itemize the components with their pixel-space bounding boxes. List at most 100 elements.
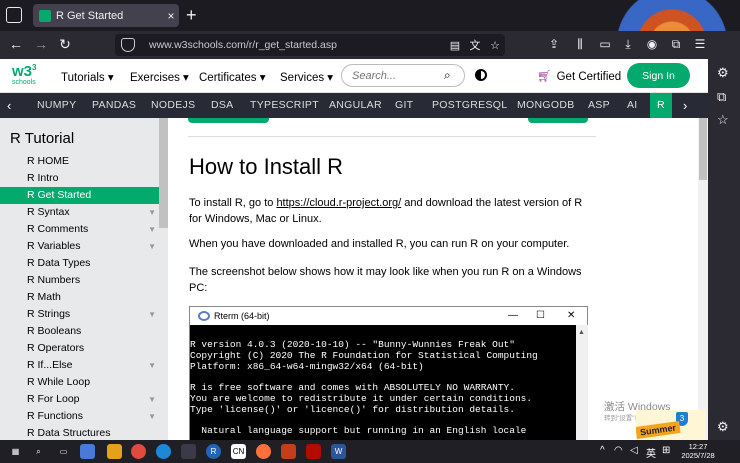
previous-button[interactable] [188,118,269,123]
sidebar-item-r-numbers[interactable]: R Numbers [0,272,168,289]
sidebar-item-r-math[interactable]: R Math [0,289,168,306]
sidebar-item-r-syntax[interactable]: R Syntax ▼ [0,204,168,221]
topic-mongodb[interactable]: MONGODB [517,99,575,111]
sidebar-item-r-if-else[interactable]: R If...Else ▼ [0,357,168,374]
translate-icon[interactable]: 文 [465,37,485,53]
dark-mode-toggle-icon[interactable] [475,69,487,81]
forward-icon[interactable]: → [32,36,50,52]
sidebar-item-r-get-started[interactable]: R Get Started [0,187,168,204]
url-text[interactable]: www.w3schools.com/r/r_get_started.asp [149,39,445,51]
topic-postgresql[interactable]: POSTGRESQL [432,99,507,111]
bookmark-star-icon[interactable]: ☆ [485,39,505,52]
network-icon[interactable]: ◠ [614,445,623,456]
topic-angular[interactable]: ANGULAR [329,99,382,111]
sidebar-item-r-data-structures[interactable]: R Data Structures [0,425,168,440]
topic-numpy[interactable]: NUMPY [37,99,76,111]
task-view-icon[interactable]: ▭ [56,444,71,459]
powerpoint-icon[interactable] [281,444,296,459]
next-button[interactable] [528,118,588,123]
chevron-down-icon[interactable]: ▼ [148,238,156,255]
page-scrollbar[interactable] [698,118,708,440]
sidebar-item-r-booleans[interactable]: R Booleans [0,323,168,340]
tab-list-icon[interactable] [6,7,22,23]
sidebar-settings-icon[interactable]: ⚙ [717,419,729,435]
topic-nodejs[interactable]: NODEJS [151,99,195,111]
promo-banner[interactable]: 3 Summer [636,410,706,440]
sidebar-item-r-strings[interactable]: R Strings ▼ [0,306,168,323]
volume-icon[interactable]: ◁ [630,445,638,456]
topic-r[interactable]: R [650,93,672,118]
word-icon[interactable]: W [331,444,346,459]
chevron-down-icon[interactable]: ▼ [148,306,156,323]
menu-icon[interactable]: ☰ [692,37,708,51]
sidebar-item-r-comments[interactable]: R Comments ▼ [0,221,168,238]
page-scrollbar-thumb[interactable] [699,118,707,180]
topic-scroll-left-icon[interactable]: ‹ [7,98,11,113]
topic-asp[interactable]: ASP [588,99,610,111]
downloads-icon[interactable]: ⤓ [620,37,636,52]
extensions-icon[interactable]: ⧉ [668,37,684,52]
acrobat-icon[interactable] [306,444,321,459]
firefox-icon[interactable] [256,444,271,459]
edge-icon[interactable] [156,444,171,459]
taskbar-clock[interactable]: 12:27 2025/7/28 [678,442,718,460]
account-icon[interactable]: ◉ [644,37,660,51]
topic-typescript[interactable]: TYPESCRIPT [250,99,319,111]
ime-icon[interactable]: ⊞ [662,445,670,456]
r-app-icon[interactable]: R [206,444,221,459]
sidebar-item-r-functions[interactable]: R Functions ▼ [0,408,168,425]
sidebar-toggle-icon[interactable]: ▭ [597,37,613,51]
reload-icon[interactable]: ↻ [56,36,74,53]
star-icon[interactable]: ☆ [717,112,729,128]
chevron-down-icon[interactable]: ▼ [148,204,156,221]
topic-scroll-right-icon[interactable]: › [683,98,687,113]
sidebar-item-r-variables[interactable]: R Variables ▼ [0,238,168,255]
gear-icon[interactable]: ⚙ [717,65,729,81]
menu-exercises[interactable]: Exercises ▾ [130,70,189,84]
search-box[interactable]: ⌕ [341,64,465,87]
menu-tutorials[interactable]: Tutorials ▾ [61,70,114,84]
sidebar-item-r-operators[interactable]: R Operators [0,340,168,357]
topic-pandas[interactable]: PANDAS [92,99,136,111]
sidebar-item-r-home[interactable]: R HOME [0,153,168,170]
search-icon[interactable]: ⌕ [31,444,46,459]
app-cn-icon[interactable]: CN [231,444,246,459]
sidebar-scrollbar-thumb[interactable] [159,118,168,228]
address-bar[interactable]: www.w3schools.com/r/r_get_started.asp ▤ … [115,34,505,56]
share-icon[interactable]: ⇪ [546,37,562,51]
terminal-icon[interactable] [181,444,196,459]
topic-git[interactable]: GIT [395,99,413,111]
sidebar-item-r-intro[interactable]: R Intro [0,170,168,187]
sidebar-item-r-for-loop[interactable]: R For Loop ▼ [0,391,168,408]
w3schools-logo[interactable]: w33 schools [10,62,40,90]
library-icon[interactable]: ⫼ [572,37,588,52]
search-input[interactable] [352,69,440,82]
new-tab-button[interactable]: + [186,5,197,25]
back-icon[interactable]: ← [7,36,25,52]
input-language[interactable]: 英 [646,445,656,460]
start-icon[interactable]: ▦ [8,444,23,459]
chrome-icon[interactable] [131,444,146,459]
chevron-down-icon[interactable]: ▼ [148,391,156,408]
reader-view-icon[interactable]: ▤ [445,39,465,52]
sidebar-item-r-data-types[interactable]: R Data Types [0,255,168,272]
cran-link[interactable]: https://cloud.r-project.org/ [276,197,401,209]
chevron-down-icon[interactable]: ▼ [148,408,156,425]
topic-ai[interactable]: AI [627,99,638,111]
copilot-icon[interactable] [80,444,95,459]
tray-chevron-icon[interactable]: ^ [600,445,605,456]
bookmarks-icon[interactable]: ⧉ [717,89,726,105]
sign-in-button[interactable]: Sign In [627,63,690,88]
topic-dsa[interactable]: DSA [211,99,234,111]
tab-close-icon[interactable]: × [163,9,179,23]
menu-certificates[interactable]: Certificates ▾ [199,70,266,84]
menu-services[interactable]: Services ▾ [280,70,333,84]
get-certified-link[interactable]: 🛒︎ Get Certified [537,69,621,83]
shield-icon[interactable] [121,38,135,52]
chevron-down-icon[interactable]: ▼ [148,357,156,374]
chevron-down-icon[interactable]: ▼ [148,221,156,238]
file-explorer-icon[interactable] [107,444,122,459]
browser-tab[interactable]: R Get Started × [33,4,179,27]
search-icon[interactable]: ⌕ [444,68,451,83]
sidebar-item-r-while-loop[interactable]: R While Loop [0,374,168,391]
